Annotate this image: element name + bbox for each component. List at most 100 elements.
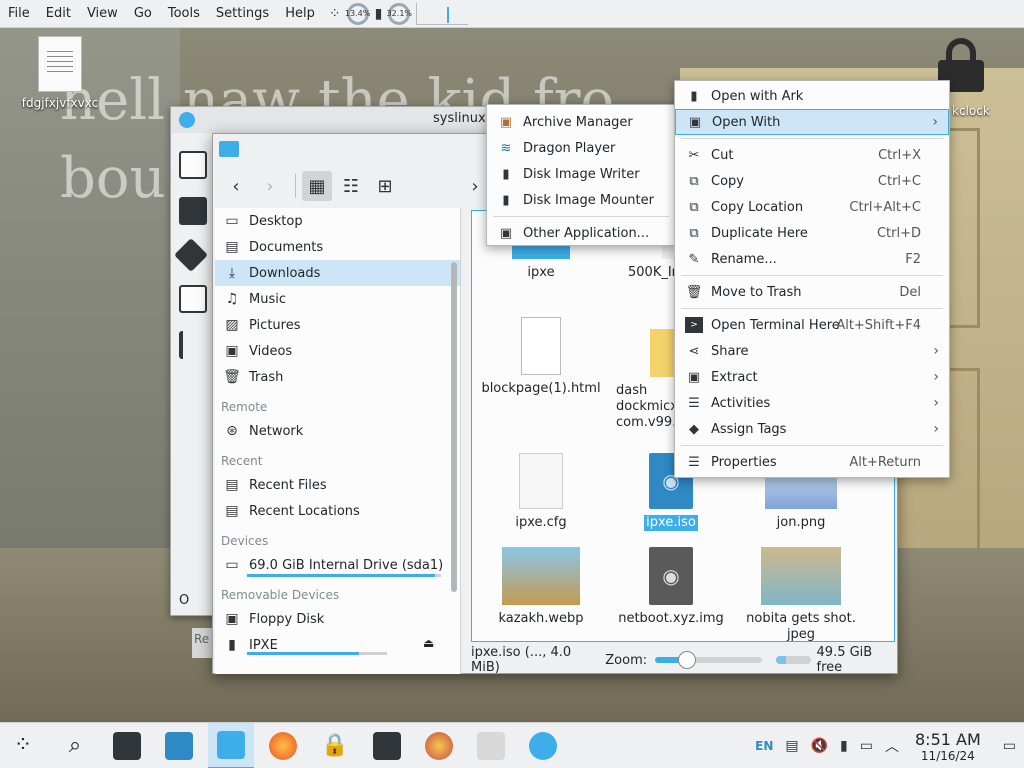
menu-view[interactable]: View [79,6,126,21]
back-button[interactable]: ‹ [221,171,251,201]
place-network[interactable]: ⊛ Network [215,418,460,444]
plugin-icon[interactable] [179,331,207,359]
forward-button[interactable]: › [255,171,285,201]
place-desktop[interactable]: ▭ Desktop [215,208,460,234]
icon-view-button[interactable]: ▦ [302,171,332,201]
places-panel: ▭ Desktop ▤ Documents ⤓ Downloads ♫ Music ▨ P… [215,208,461,674]
menu-item-copy-location[interactable]: ⧉ Copy Location Ctrl+Alt+C [675,194,949,220]
network-graph[interactable] [416,2,469,25]
file-item[interactable]: kazakh.webp [476,547,606,627]
desktop-file-label: fdgjfxjvfxvxc [21,96,99,110]
file-item[interactable]: blockpage(1).html [476,317,606,397]
folder-icon[interactable] [179,285,207,313]
menu-item-disk-image-mounter[interactable]: ▮ Disk Image Mounter [487,187,675,213]
menu-item-other-application[interactable]: ▣ Other Application... [487,220,675,246]
menu-item-open-with-ark[interactable]: ▮ Open with Ark [675,83,949,109]
menu-item-copy[interactable]: ⧉ Copy Ctrl+C [675,168,949,194]
menu-item-properties[interactable]: ☰ Properties Alt+Return [675,449,949,475]
taskbar-discover[interactable] [156,723,202,768]
place-trash[interactable]: 🗑 Trash [215,364,460,390]
taskbar-archive[interactable] [468,723,514,768]
compact-view-button[interactable]: ☷ [336,171,366,201]
place-downloads[interactable]: ⤓ Downloads [215,260,460,286]
menu-tools[interactable]: Tools [160,6,208,21]
cpu-monitor[interactable]: 13.4% [345,2,370,25]
search-button[interactable]: ⌕ [52,723,98,768]
places-scrollbar[interactable] [451,262,457,592]
zoom-slider-handle[interactable] [678,651,697,669]
tree-view-button[interactable]: ⊞ [370,171,400,201]
usb-icon[interactable]: ▮ [375,6,383,22]
clipboard-icon[interactable]: ▤ [785,738,798,754]
dragon-player-icon: ≋ [500,140,512,156]
taskbar-lock[interactable]: 🔒 [312,723,358,768]
place-videos[interactable]: ▣ Videos [215,338,460,364]
system-tray: EN ▤ 🔇 ▮ ▭ ︿ 8:51 AM 11/16/24 ▭ [743,723,1016,768]
chevron-up-icon[interactable]: ︿ [885,736,899,756]
menu-item-activities[interactable]: ☰ Activities › [675,390,949,416]
place-recent-locations[interactable]: ▤ Recent Locations [215,498,460,524]
taskbar-firefox[interactable] [260,723,306,768]
config-file-icon [519,453,563,509]
trash-icon: 🗑 [223,369,241,385]
place-pictures[interactable]: ▨ Pictures [215,312,460,338]
menu-item-extract[interactable]: ▣ Extract › [675,364,949,390]
place-music[interactable]: ♫ Music [215,286,460,312]
app-launcher-button[interactable]: ⁘ [0,723,46,768]
menu-item-open-terminal[interactable]: > Open Terminal Here Alt+Shift+F4 [675,312,949,338]
clock-date: 11/16/24 [920,748,975,763]
menu-file[interactable]: File [0,6,38,21]
menu-item-cut[interactable]: ✂ Cut Ctrl+X [675,142,949,168]
network-icon[interactable]: ▭ [860,738,873,754]
drive-usage-bar [247,574,441,577]
show-desktop-icon[interactable]: ▭ [1003,738,1016,754]
menu-item-duplicate[interactable]: ⧉ Duplicate Here Ctrl+D [675,220,949,246]
menu-edit[interactable]: Edit [38,6,79,21]
usb-icon[interactable]: ▮ [840,738,848,754]
menu-item-dragon-player[interactable]: ≋ Dragon Player [487,135,675,161]
clock[interactable]: 8:51 AM 11/16/24 [915,730,981,763]
place-floppy[interactable]: ▣ Floppy Disk [215,606,460,632]
menu-item-assign-tags[interactable]: ◆ Assign Tags › [675,416,949,442]
place-internal-drive[interactable]: ▭ 69.0 GiB Internal Drive (sda1) [215,552,460,578]
memory-monitor[interactable]: 32.1% [387,2,412,25]
menu-go[interactable]: Go [126,6,160,21]
lock-icon: 🔒 [321,733,349,758]
selected-file-label: ipxe.iso [644,515,698,531]
volume-muted-icon[interactable]: 🔇 [811,738,828,754]
taskbar-file-manager[interactable] [208,722,254,768]
activities-icon: ☰ [688,395,700,411]
desktop-file-icon[interactable]: fdgjfxjvfxvxc [18,36,102,110]
eject-icon[interactable]: ⏏ [423,636,434,650]
copy-icon[interactable] [179,151,207,179]
taskbar-terminal[interactable] [364,723,410,768]
git-icon[interactable] [174,238,208,272]
taskbar-kate[interactable] [520,723,566,768]
search-icon: ⌕ [68,733,82,758]
place-recent-files[interactable]: ▤ Recent Files [215,472,460,498]
keyboard-layout[interactable]: EN [755,739,773,753]
menu-help[interactable]: Help [277,6,323,21]
zoom-slider[interactable] [655,651,762,669]
floppy-icon: ▣ [225,611,239,627]
file-item[interactable]: ipxe.cfg [476,453,606,531]
menu-item-open-with[interactable]: ▣ Open With › [675,109,949,135]
terminal-icon [373,731,401,760]
file-item[interactable]: nobita gets shot. jpeg [736,547,866,641]
taskbar-paint[interactable] [416,723,462,768]
menu-item-share[interactable]: ⋖ Share › [675,338,949,364]
kde-connect-icon[interactable]: ⁘ [329,6,341,22]
menu-item-move-to-trash[interactable]: 🗑 Move to Trash Del [675,279,949,305]
free-space-label: 49.5 GiB free [816,645,873,675]
menu-item-rename[interactable]: ✎ Rename... F2 [675,246,949,272]
taskbar-settings[interactable] [104,723,150,768]
menu-item-disk-image-writer[interactable]: ▮ Disk Image Writer [487,161,675,187]
chevron-right-icon: › [933,395,939,411]
file-item[interactable]: ◉ netboot.xyz.img [606,547,736,627]
place-ipxe[interactable]: ▮ IPXE ⏏ [215,632,460,658]
menu-item-archive-manager[interactable]: ▣ Archive Manager [487,109,675,135]
list-icon[interactable] [179,197,207,225]
menu-settings[interactable]: Settings [208,6,277,21]
chevron-right-icon: › [933,343,939,359]
place-documents[interactable]: ▤ Documents [215,234,460,260]
